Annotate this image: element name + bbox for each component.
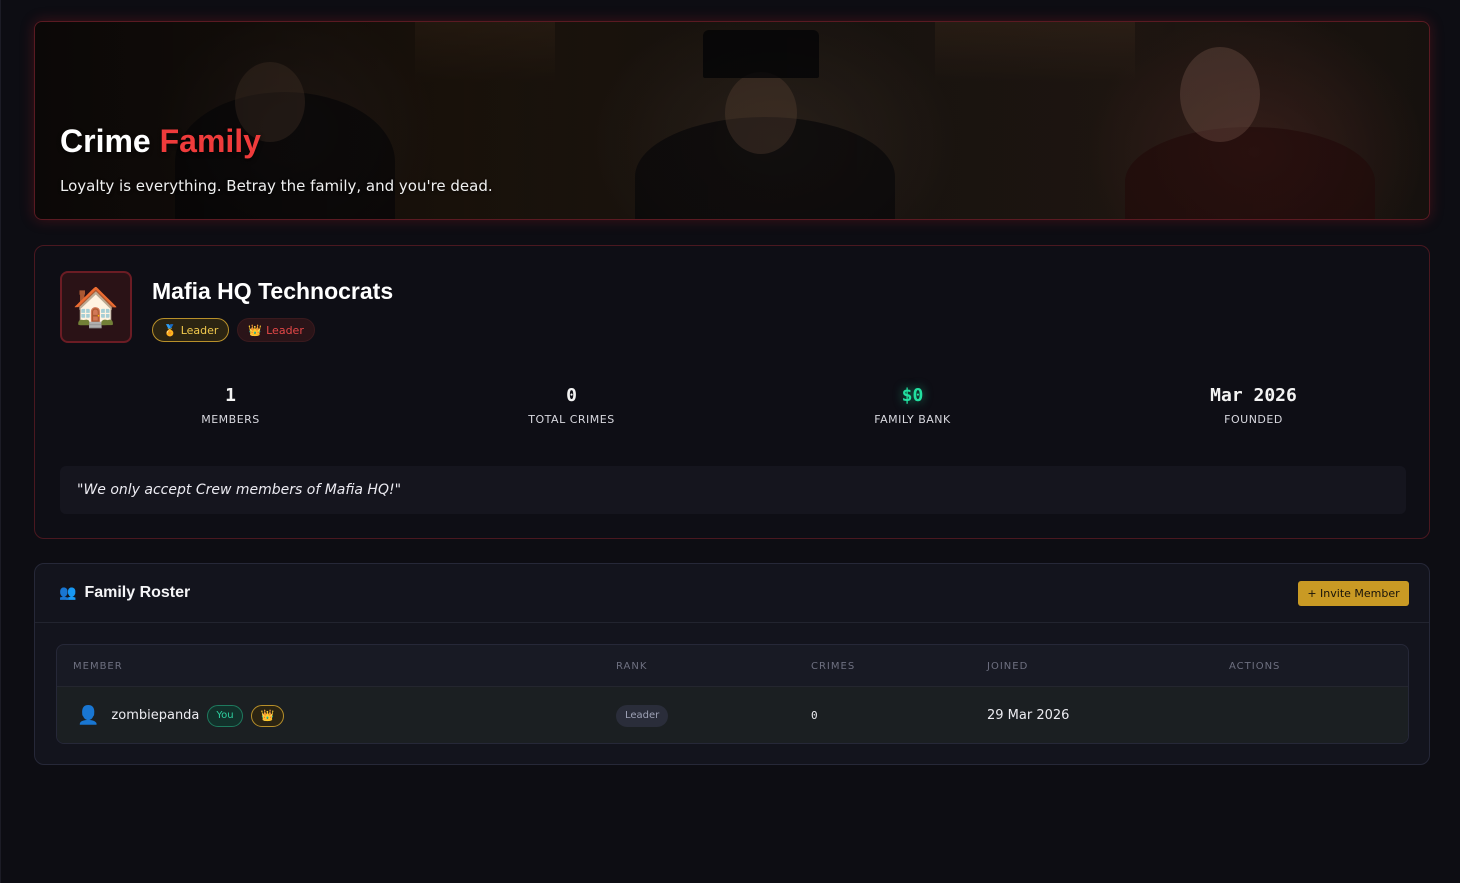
member-cell: 👤 zombiepanda You 👑 [77,687,285,743]
medal-icon: 🏅 [163,323,177,337]
table-header: MEMBER RANK CRIMES JOINED ACTIONS [57,645,1408,687]
roster-table: MEMBER RANK CRIMES JOINED ACTIONS 👤 zomb… [56,644,1409,744]
family-roster-card: 👥 Family Roster + Invite Member MEMBER R… [34,563,1430,765]
member-name[interactable]: zombiepanda [111,708,199,723]
stat-value: $0 [901,385,924,406]
stat-total-crimes: 0 TOTAL CRIMES [401,384,742,434]
stat-label: MEMBERS [201,413,260,426]
crimes-cell: 0 [811,709,818,722]
you-badge: You [207,704,243,727]
leader-medal-badge: 🏅 Leader [152,318,230,342]
column-header-rank: RANK [616,661,648,672]
crown-icon: 👑 [248,323,263,337]
joined-cell: 29 Mar 2026 [987,708,1070,723]
leader-crown-badge: 👑 Leader [237,318,315,342]
people-icon: 👥 [59,585,77,601]
family-name: Mafia HQ Technocrats [152,278,394,304]
stat-members: 1 MEMBERS [60,384,401,434]
stat-label: FAMILY BANK [874,413,951,426]
badge-label: Leader [266,323,304,337]
stat-value: Mar 2026 [1210,385,1297,406]
column-header-joined: JOINED [987,661,1029,672]
left-edge-divider [0,0,1,883]
rank-badge: Leader [616,704,669,727]
badge-label: Leader [180,323,219,337]
page-title-accent: Family [159,123,261,159]
family-emblem: 🏠 [60,271,132,343]
stat-value: 1 [225,385,236,406]
roster-header: 👥 Family Roster + Invite Member [35,564,1429,623]
page-title: Crime Family [60,123,261,160]
family-motto: "We only accept Crew members of Mafia HQ… [60,466,1406,514]
column-header-actions: ACTIONS [1229,661,1281,672]
stat-label: FOUNDED [1224,413,1283,426]
roster-title-label: Family Roster [84,584,191,601]
stat-founded: Mar 2026 FOUNDED [1083,384,1424,434]
roster-title: 👥 Family Roster [59,584,190,602]
crown-icon: 👑 [250,704,285,727]
stat-value: 0 [566,385,577,406]
family-info-card: 🏠 Mafia HQ Technocrats 🏅 Leader 👑 Leader… [34,245,1430,539]
column-header-crimes: CRIMES [811,661,856,672]
table-row: 👤 zombiepanda You 👑 Leader 0 29 Mar 2026 [57,687,1408,743]
stat-label: TOTAL CRIMES [528,413,615,426]
house-icon: 🏠 [72,284,120,329]
hero-banner: Crime Family Loyalty is everything. Betr… [34,21,1430,220]
rank-cell: Leader [616,687,669,743]
family-badges: 🏅 Leader 👑 Leader [152,318,315,342]
invite-member-button[interactable]: + Invite Member [1298,581,1409,606]
stat-family-bank: $0 FAMILY BANK [742,384,1083,434]
family-stats: 1 MEMBERS 0 TOTAL CRIMES $0 FAMILY BANK … [60,384,1424,434]
page-subtitle: Loyalty is everything. Betray the family… [60,177,493,195]
user-avatar-icon: 👤 [77,705,100,726]
column-header-member: MEMBER [73,661,123,672]
page-title-main: Crime [60,123,151,159]
